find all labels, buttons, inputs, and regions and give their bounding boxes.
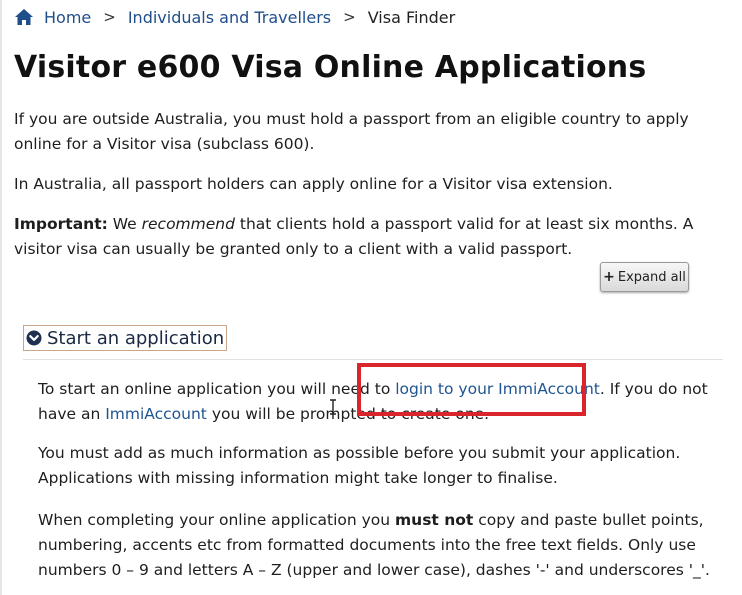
important-note: Important: We recommend that clients hol…: [14, 212, 726, 262]
intro-paragraph-inside: In Australia, all passport holders can a…: [14, 175, 613, 193]
page-title: Visitor e600 Visa Online Applications: [14, 50, 647, 85]
recommend-emphasis: recommend: [141, 215, 235, 233]
information-advice: You must add as much information as poss…: [38, 444, 681, 487]
instruction-text: you will be prompted to create one.: [206, 405, 490, 423]
instruction-text: To start an online application you will …: [38, 380, 396, 398]
breadcrumb-separator: >: [103, 8, 116, 26]
chevron-down-circle-icon: [26, 330, 42, 346]
important-label: Important:: [14, 215, 108, 233]
accordion-divider: [23, 359, 723, 360]
breadcrumb-separator: >: [343, 8, 356, 26]
breadcrumb: Home > Individuals and Travellers > Visa…: [14, 6, 455, 28]
expand-all-label: Expand all: [617, 269, 686, 285]
important-text: We: [107, 215, 142, 233]
formatting-warning: When completing your online application …: [38, 508, 718, 583]
breadcrumb-home-link[interactable]: Home: [44, 8, 91, 27]
login-immiaccount-link[interactable]: login to your ImmiAccount: [395, 380, 600, 398]
immiaccount-link[interactable]: ImmiAccount: [105, 405, 207, 423]
expand-all-button[interactable]: + Expand all: [600, 262, 689, 292]
warning-text: When completing your online application …: [38, 511, 396, 529]
accordion-label: Start an application: [47, 327, 225, 349]
start-application-accordion[interactable]: Start an application: [23, 325, 228, 351]
intro-paragraph-outside: If you are outside Australia, you must h…: [14, 110, 689, 153]
home-icon[interactable]: [14, 8, 34, 26]
breadcrumb-section-link[interactable]: Individuals and Travellers: [128, 8, 331, 27]
plus-icon: +: [603, 269, 615, 285]
text-cursor-icon: [330, 399, 336, 415]
must-not-emphasis: must not: [395, 511, 474, 529]
page: Home > Individuals and Travellers > Visa…: [0, 0, 742, 595]
start-instructions: To start an online application you will …: [38, 377, 718, 427]
breadcrumb-current: Visa Finder: [367, 7, 456, 27]
